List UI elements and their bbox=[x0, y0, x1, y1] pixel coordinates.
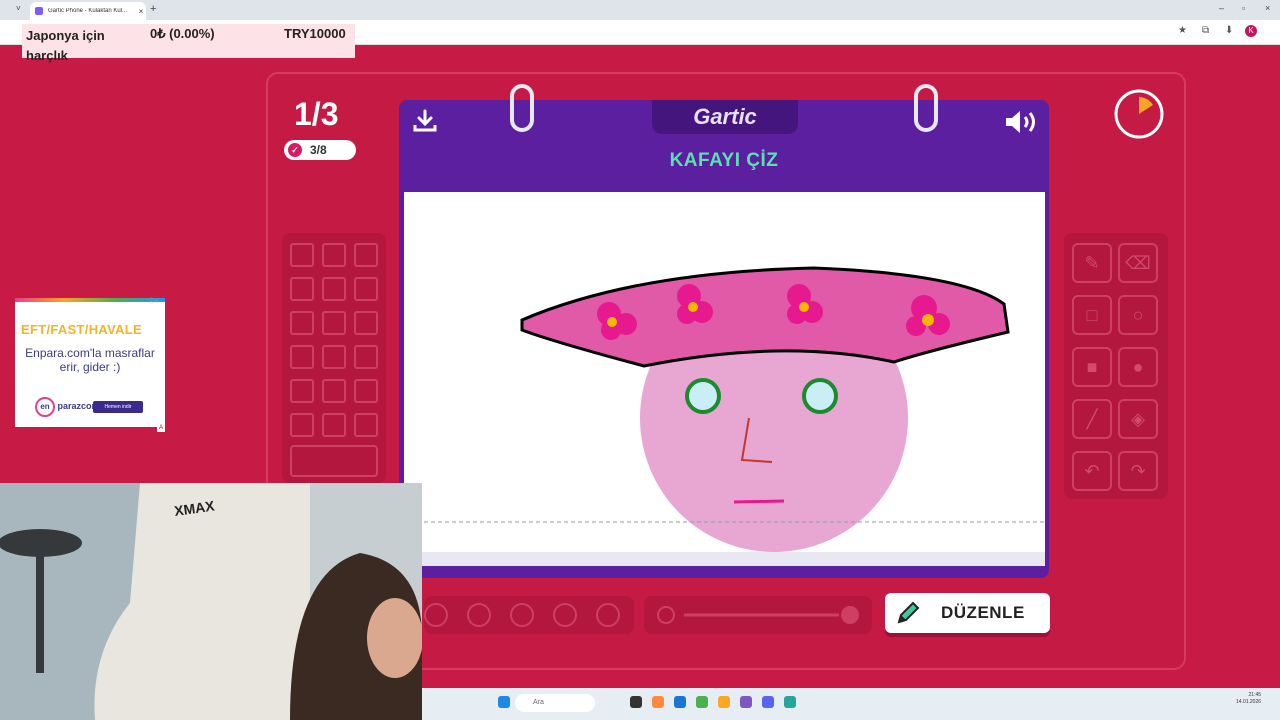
color-swatch[interactable] bbox=[354, 413, 378, 437]
profile-avatar[interactable]: K bbox=[1245, 25, 1257, 37]
ad-brand-logo: en parazcom bbox=[35, 397, 100, 417]
undo-icon[interactable]: ↶ bbox=[1072, 451, 1112, 491]
color-swatch[interactable] bbox=[322, 379, 346, 403]
circle-fill-tool-icon[interactable]: ● bbox=[1118, 347, 1158, 387]
ad-cta-button[interactable]: Hemen indir bbox=[93, 401, 143, 413]
notebook-ring-left bbox=[510, 84, 534, 132]
person-face bbox=[367, 598, 422, 678]
color-swatch[interactable] bbox=[290, 311, 314, 335]
rectangle-outline-tool-icon[interactable]: □ bbox=[1072, 295, 1112, 335]
players-done-count: 3/8 bbox=[310, 143, 327, 157]
edit-button[interactable]: DÜZENLE bbox=[885, 593, 1050, 633]
brush-size-option[interactable] bbox=[424, 603, 448, 627]
color-swatch[interactable] bbox=[354, 345, 378, 369]
ad-body: Enpara.com'la masraflar erir, gider :) bbox=[25, 346, 155, 374]
donation-goal-overlay: Japonya için harçlık 0₺ (0.00%) TRY10000 bbox=[22, 24, 355, 63]
donation-goal-progress: 0₺ (0.00%) bbox=[150, 26, 215, 41]
color-swatch[interactable] bbox=[290, 345, 314, 369]
taskbar-clock[interactable]: 21:45 14.01.2026 bbox=[1236, 692, 1261, 706]
app-icon[interactable] bbox=[652, 696, 664, 708]
line-tool-icon[interactable]: ╱ bbox=[1072, 399, 1112, 439]
notebook-ring-right bbox=[914, 84, 938, 132]
adchoices-icon[interactable]: A bbox=[157, 424, 165, 432]
opacity-slider-track bbox=[657, 606, 859, 624]
color-swatch[interactable] bbox=[290, 277, 314, 301]
browser-tabbar: ˅ Gartic Phone - Kulaktan Kul... × + – ▫… bbox=[0, 0, 1280, 20]
custom-color-button[interactable] bbox=[290, 445, 378, 477]
ad-close-icon[interactable]: ⓘ✕ bbox=[148, 296, 159, 305]
download-icon[interactable] bbox=[412, 108, 438, 134]
color-swatch[interactable] bbox=[322, 345, 346, 369]
downloads-icon[interactable]: ⬇ bbox=[1225, 25, 1233, 36]
pencil-tool-icon[interactable]: ✎ bbox=[1072, 243, 1112, 283]
ad-headline: EFT/FAST/HAVALE bbox=[21, 322, 143, 337]
task-view-icon[interactable] bbox=[630, 696, 642, 708]
brush-size-option[interactable] bbox=[596, 603, 620, 627]
redo-icon[interactable]: ↷ bbox=[1118, 451, 1158, 491]
clock-date: 14.01.2026 bbox=[1236, 699, 1262, 705]
brush-size-option[interactable] bbox=[553, 603, 577, 627]
file-explorer-icon[interactable] bbox=[718, 696, 730, 708]
app-icon[interactable] bbox=[784, 696, 796, 708]
edit-button-label: DÜZENLE bbox=[941, 603, 1025, 622]
color-palette bbox=[282, 233, 386, 483]
enpara-ad[interactable]: EFT/FAST/HAVALE Enpara.com'la masraflar … bbox=[15, 298, 165, 427]
right-eye-drawing bbox=[802, 378, 838, 414]
color-swatch[interactable] bbox=[322, 243, 346, 267]
tool-panel: ✎ ⌫ □ ○ ■ ● ╱ ◈ ↶ ↷ bbox=[1064, 233, 1168, 499]
browser-tab-gartic[interactable]: Gartic Phone - Kulaktan Kul... × bbox=[30, 2, 146, 20]
taskbar-search[interactable]: Ara bbox=[515, 694, 595, 712]
clock-time: 21:45 bbox=[1248, 692, 1262, 698]
color-swatch[interactable] bbox=[290, 243, 314, 267]
edge-icon[interactable] bbox=[674, 696, 686, 708]
prompt-title: KAFAYI ÇİZ bbox=[669, 150, 779, 171]
chrome-icon[interactable] bbox=[696, 696, 708, 708]
new-tab-button[interactable]: + bbox=[150, 3, 156, 15]
tab-title: Gartic Phone - Kulaktan Kul... bbox=[48, 8, 128, 14]
left-eye-drawing bbox=[685, 378, 721, 414]
round-counter: 1/3 bbox=[294, 96, 339, 132]
rectangle-fill-tool-icon[interactable]: ■ bbox=[1072, 347, 1112, 387]
color-swatch[interactable] bbox=[322, 413, 346, 437]
mouth-drawing bbox=[733, 499, 785, 504]
color-swatch[interactable] bbox=[290, 379, 314, 403]
windows-start-icon[interactable] bbox=[498, 696, 510, 708]
opacity-slider[interactable] bbox=[644, 596, 872, 634]
timer-icon bbox=[1114, 89, 1164, 139]
color-swatch[interactable] bbox=[354, 277, 378, 301]
gartic-logo: Gartic bbox=[693, 104, 757, 129]
extensions-icon[interactable]: ⧉ bbox=[1202, 25, 1209, 36]
brush-size-option[interactable] bbox=[510, 603, 534, 627]
color-swatch[interactable] bbox=[354, 243, 378, 267]
speaker-icon[interactable] bbox=[1004, 108, 1040, 136]
donation-goal-target: TRY10000 bbox=[284, 26, 346, 41]
donation-goal-label: Japonya için harçlık bbox=[26, 28, 105, 63]
color-swatch[interactable] bbox=[354, 379, 378, 403]
circle-outline-tool-icon[interactable]: ○ bbox=[1118, 295, 1158, 335]
discord-icon[interactable] bbox=[762, 696, 774, 708]
color-swatch[interactable] bbox=[290, 413, 314, 437]
gartic-favicon-icon bbox=[35, 7, 43, 15]
color-swatch[interactable] bbox=[354, 311, 378, 335]
restore-button[interactable]: ▫ bbox=[1242, 3, 1245, 13]
minimize-button[interactable]: – bbox=[1219, 3, 1224, 13]
check-icon: ✓ bbox=[288, 143, 302, 157]
brush-size-bar bbox=[424, 596, 634, 634]
bookmark-star-icon[interactable]: ★ bbox=[1178, 25, 1187, 36]
webcam-feed: XMAX bbox=[0, 483, 422, 720]
fill-bucket-tool-icon[interactable]: ◈ bbox=[1118, 399, 1158, 439]
brush-size-option[interactable] bbox=[467, 603, 491, 627]
color-swatch[interactable] bbox=[322, 311, 346, 335]
tab-search-dropdown-icon[interactable]: ˅ bbox=[16, 4, 21, 13]
twitch-icon[interactable] bbox=[740, 696, 752, 708]
pencil-icon bbox=[897, 601, 920, 624]
players-done-badge: ✓ 3/8 bbox=[284, 140, 356, 160]
close-window-button[interactable]: × bbox=[1265, 3, 1270, 13]
color-swatch[interactable] bbox=[322, 277, 346, 301]
eraser-tool-icon[interactable]: ⌫ bbox=[1118, 243, 1158, 283]
tab-close-icon[interactable]: × bbox=[136, 7, 146, 16]
drawing-canvas[interactable] bbox=[404, 192, 1045, 552]
